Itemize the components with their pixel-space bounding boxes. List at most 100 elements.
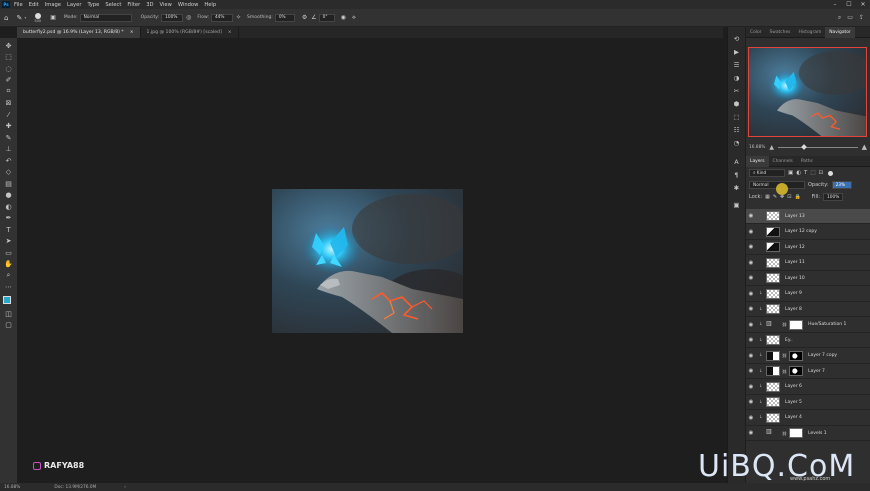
layer-row[interactable]: ◉ ↓ Ey.. (746, 333, 870, 348)
actions-icon[interactable]: ▶ (731, 46, 743, 58)
brush-tool-icon[interactable]: ✎ (2, 132, 15, 144)
history-icon[interactable]: ⟲ (731, 33, 743, 45)
tools-options-icon[interactable]: ✂ (731, 85, 743, 97)
layer-row[interactable]: ◉ ↓ ⛓ Layer 7 copy (746, 349, 870, 364)
eye-icon[interactable]: ◉ (746, 368, 756, 374)
opacity-field[interactable]: 100% (161, 13, 184, 22)
eye-icon[interactable]: ◉ (746, 415, 756, 421)
layer-opacity-field[interactable]: 23% (831, 181, 852, 189)
path-select-tool-icon[interactable]: ➤ (2, 236, 15, 248)
menu-file[interactable]: File (14, 2, 23, 8)
foreground-color-swatch[interactable] (3, 296, 11, 304)
gear-icon[interactable]: ⚙ (302, 14, 307, 21)
zoom-tool-icon[interactable]: ⌕ (2, 270, 15, 282)
workspace-icon[interactable]: ▭ (847, 14, 853, 22)
eye-icon[interactable]: ◉ (746, 399, 756, 405)
navigator-zoom-value[interactable]: 16.88% (749, 145, 765, 150)
layer-mask-thumbnail[interactable] (789, 350, 804, 361)
layer-row[interactable]: ◉ ↓ Layer 6 (746, 380, 870, 395)
eye-icon[interactable]: ◉ (746, 213, 756, 219)
mask-link-icon[interactable]: ⛓ (782, 353, 787, 358)
close-icon[interactable]: × (228, 30, 232, 35)
minimize-icon[interactable]: – (828, 0, 842, 9)
airbrush-icon[interactable]: ✧ (236, 14, 241, 21)
zoom-slider-thumb[interactable] (801, 143, 807, 150)
frame-tool-icon[interactable]: ⊠ (2, 98, 15, 110)
eye-icon[interactable]: ◉ (746, 275, 756, 281)
shape-filter-icon[interactable]: ⬚ (810, 170, 815, 176)
pressure-size-icon[interactable]: ◉ (341, 14, 346, 21)
hand-tool-icon[interactable]: ✋ (2, 259, 15, 271)
color-swatches[interactable] (2, 295, 15, 308)
menu-3d[interactable]: 3D (146, 2, 153, 8)
layer-row[interactable]: ◉ ↓ Layer 4 (746, 411, 870, 426)
menu-filter[interactable]: Filter (127, 2, 140, 8)
layer-thumbnail[interactable] (766, 211, 780, 221)
layer-row[interactable]: ◉ ↓ Layer 5 (746, 395, 870, 410)
fill-field[interactable]: 100% (823, 193, 844, 201)
menu-type[interactable]: Type (87, 2, 99, 8)
filter-toggle-icon[interactable] (828, 170, 834, 176)
screen-mode-icon[interactable]: ▢ (2, 320, 15, 332)
lock-image-icon[interactable]: ✎ (773, 194, 777, 200)
dodge-tool-icon[interactable]: ◐ (2, 201, 15, 213)
eye-icon[interactable]: ◉ (746, 353, 756, 359)
tab-butterfly2[interactable]: butterfly2.psd @ 16.9% (Layer 13, RGB/8)… (17, 27, 141, 38)
eye-icon[interactable]: ◉ (746, 384, 756, 390)
share-icon[interactable]: ⇪ (859, 14, 864, 22)
blur-tool-icon[interactable]: ● (2, 190, 15, 202)
mode-select[interactable]: Normal (79, 13, 132, 22)
close-icon[interactable]: ✕ (856, 0, 870, 9)
layer-row[interactable]: ◉ ↓ Layer 9 (746, 287, 870, 302)
layer-thumbnail[interactable] (766, 242, 780, 252)
menu-image[interactable]: Image (45, 2, 61, 8)
quick-select-tool-icon[interactable]: ✐ (2, 75, 15, 87)
lock-all-icon[interactable]: 🔒 (794, 194, 800, 200)
tab-color[interactable]: Color (746, 27, 765, 38)
brush-preset-picker[interactable]: 500 (34, 12, 41, 23)
eye-icon[interactable]: ◉ (746, 244, 756, 250)
tab-histogram[interactable]: Histogram (794, 27, 825, 38)
libraries-icon[interactable]: ▣ (731, 199, 743, 211)
brush-settings-icon[interactable]: ✱ (731, 182, 743, 194)
search-icon[interactable]: ⌕ (838, 14, 841, 22)
brush-tool-icon[interactable]: ✎ (16, 14, 22, 22)
tab-1-jpg[interactable]: 1.jpg @ 100% (RGB/8#) [scaled] × (141, 27, 239, 38)
tab-navigator[interactable]: Navigator (825, 26, 855, 38)
layer-mask-thumbnail[interactable] (789, 319, 804, 330)
menu-edit[interactable]: Edit (29, 2, 39, 8)
layer-thumbnail[interactable]: ▥ (766, 428, 780, 438)
zoom-slider[interactable] (778, 143, 858, 150)
flow-field[interactable]: 44% (210, 13, 233, 22)
channels-icon[interactable]: ☷ (731, 124, 743, 136)
layer-mask-thumbnail[interactable] (789, 428, 804, 438)
layer-thumbnail[interactable] (766, 335, 780, 345)
symmetry-icon[interactable]: ⟡ (352, 14, 356, 22)
tab-swatches[interactable]: Swatches (765, 27, 794, 38)
menu-layer[interactable]: Layer (67, 2, 81, 8)
layer-thumbnail[interactable] (766, 304, 780, 314)
zoom-in-icon[interactable]: ▲ (862, 143, 867, 151)
crop-tool-icon[interactable]: ⌗ (2, 86, 15, 98)
layer-row[interactable]: ◉ Layer 10 (746, 271, 870, 286)
layer-mask-thumbnail[interactable] (789, 366, 804, 376)
smoothing-field[interactable]: 0% (274, 13, 295, 22)
clone-stamp-tool-icon[interactable]: ⊥ (2, 144, 15, 156)
tab-layers[interactable]: Layers (746, 155, 769, 167)
more-tools-icon[interactable]: ⋯ (2, 282, 15, 294)
mask-link-icon[interactable]: ⛓ (782, 369, 787, 374)
layer-thumbnail[interactable] (766, 226, 780, 237)
menu-select[interactable]: Select (105, 2, 121, 8)
styles-icon[interactable]: ⬚ (731, 111, 743, 123)
layer-row[interactable]: ◉ ▥ ⛓ Levels 1 (746, 426, 870, 441)
angle-field[interactable]: 0° (318, 13, 335, 22)
tab-channels[interactable]: Channels (769, 156, 797, 167)
smart-object-filter-icon[interactable]: ⊡ (819, 170, 824, 176)
layer-thumbnail[interactable] (766, 412, 780, 423)
paragraph-icon[interactable]: ¶ (731, 169, 743, 181)
eye-icon[interactable]: ◉ (746, 229, 756, 235)
adjustment-filter-icon[interactable]: ◐ (796, 170, 801, 176)
menu-help[interactable]: Help (204, 2, 216, 8)
layer-row[interactable]: ◉ ↓ Layer 8 (746, 302, 870, 317)
lasso-tool-icon[interactable]: ◌ (2, 63, 15, 75)
